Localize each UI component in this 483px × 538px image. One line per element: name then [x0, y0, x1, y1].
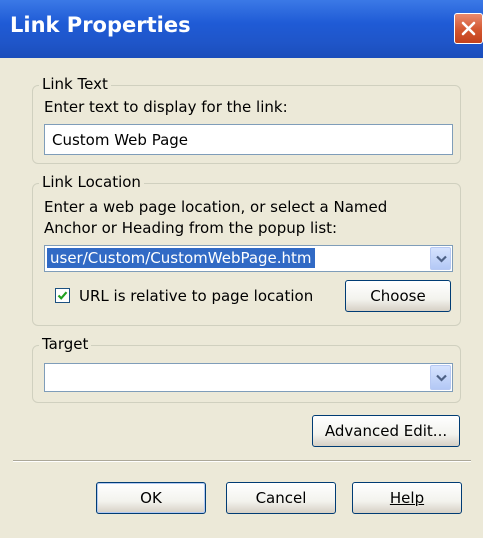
- target-combobox[interactable]: [44, 363, 453, 392]
- ok-button-label: OK: [140, 489, 162, 507]
- link-location-value: user/Custom/CustomWebPage.htm: [47, 248, 315, 268]
- link-location-group: Link Location Enter a web page location,…: [32, 173, 461, 326]
- link-location-instruction-line2: Anchor or Heading from the popup list:: [44, 219, 338, 237]
- help-button[interactable]: Help: [352, 482, 462, 514]
- chevron-down-icon: [436, 255, 447, 263]
- link-location-combobox[interactable]: user/Custom/CustomWebPage.htm: [44, 245, 453, 272]
- ok-button[interactable]: OK: [96, 482, 206, 514]
- link-text-group: Link Text Enter text to display for the …: [32, 75, 461, 164]
- link-location-dropdown-button[interactable]: [430, 247, 451, 270]
- target-dropdown-button[interactable]: [430, 365, 451, 390]
- link-text-legend: Link Text: [39, 75, 111, 93]
- window-title: Link Properties: [10, 13, 191, 37]
- cancel-button[interactable]: Cancel: [226, 482, 336, 514]
- chevron-down-icon: [436, 374, 447, 382]
- help-button-label: Help: [389, 489, 425, 507]
- target-group: Target: [32, 335, 461, 403]
- relative-url-checkbox[interactable]: [55, 288, 70, 303]
- cancel-button-label: Cancel: [255, 489, 307, 507]
- link-text-input[interactable]: Custom Web Page: [44, 124, 453, 155]
- target-legend: Target: [39, 335, 92, 353]
- close-button[interactable]: [454, 13, 483, 44]
- link-location-legend: Link Location: [39, 173, 144, 191]
- close-icon: [461, 21, 476, 36]
- link-location-instruction-line1: Enter a web page location, or select a N…: [44, 198, 388, 216]
- checkmark-icon: [57, 291, 68, 300]
- separator: [13, 460, 471, 462]
- choose-button-label: Choose: [370, 287, 426, 305]
- title-bar: Link Properties: [0, 0, 483, 58]
- link-text-instruction: Enter text to display for the link:: [44, 98, 288, 116]
- advanced-edit-button[interactable]: Advanced Edit...: [312, 415, 460, 447]
- choose-button[interactable]: Choose: [345, 280, 451, 312]
- dialog-body: Link Text Enter text to display for the …: [0, 58, 483, 538]
- advanced-edit-label: Advanced Edit...: [324, 422, 448, 440]
- link-text-value: Custom Web Page: [52, 131, 189, 149]
- relative-url-label[interactable]: URL is relative to page location: [79, 287, 313, 305]
